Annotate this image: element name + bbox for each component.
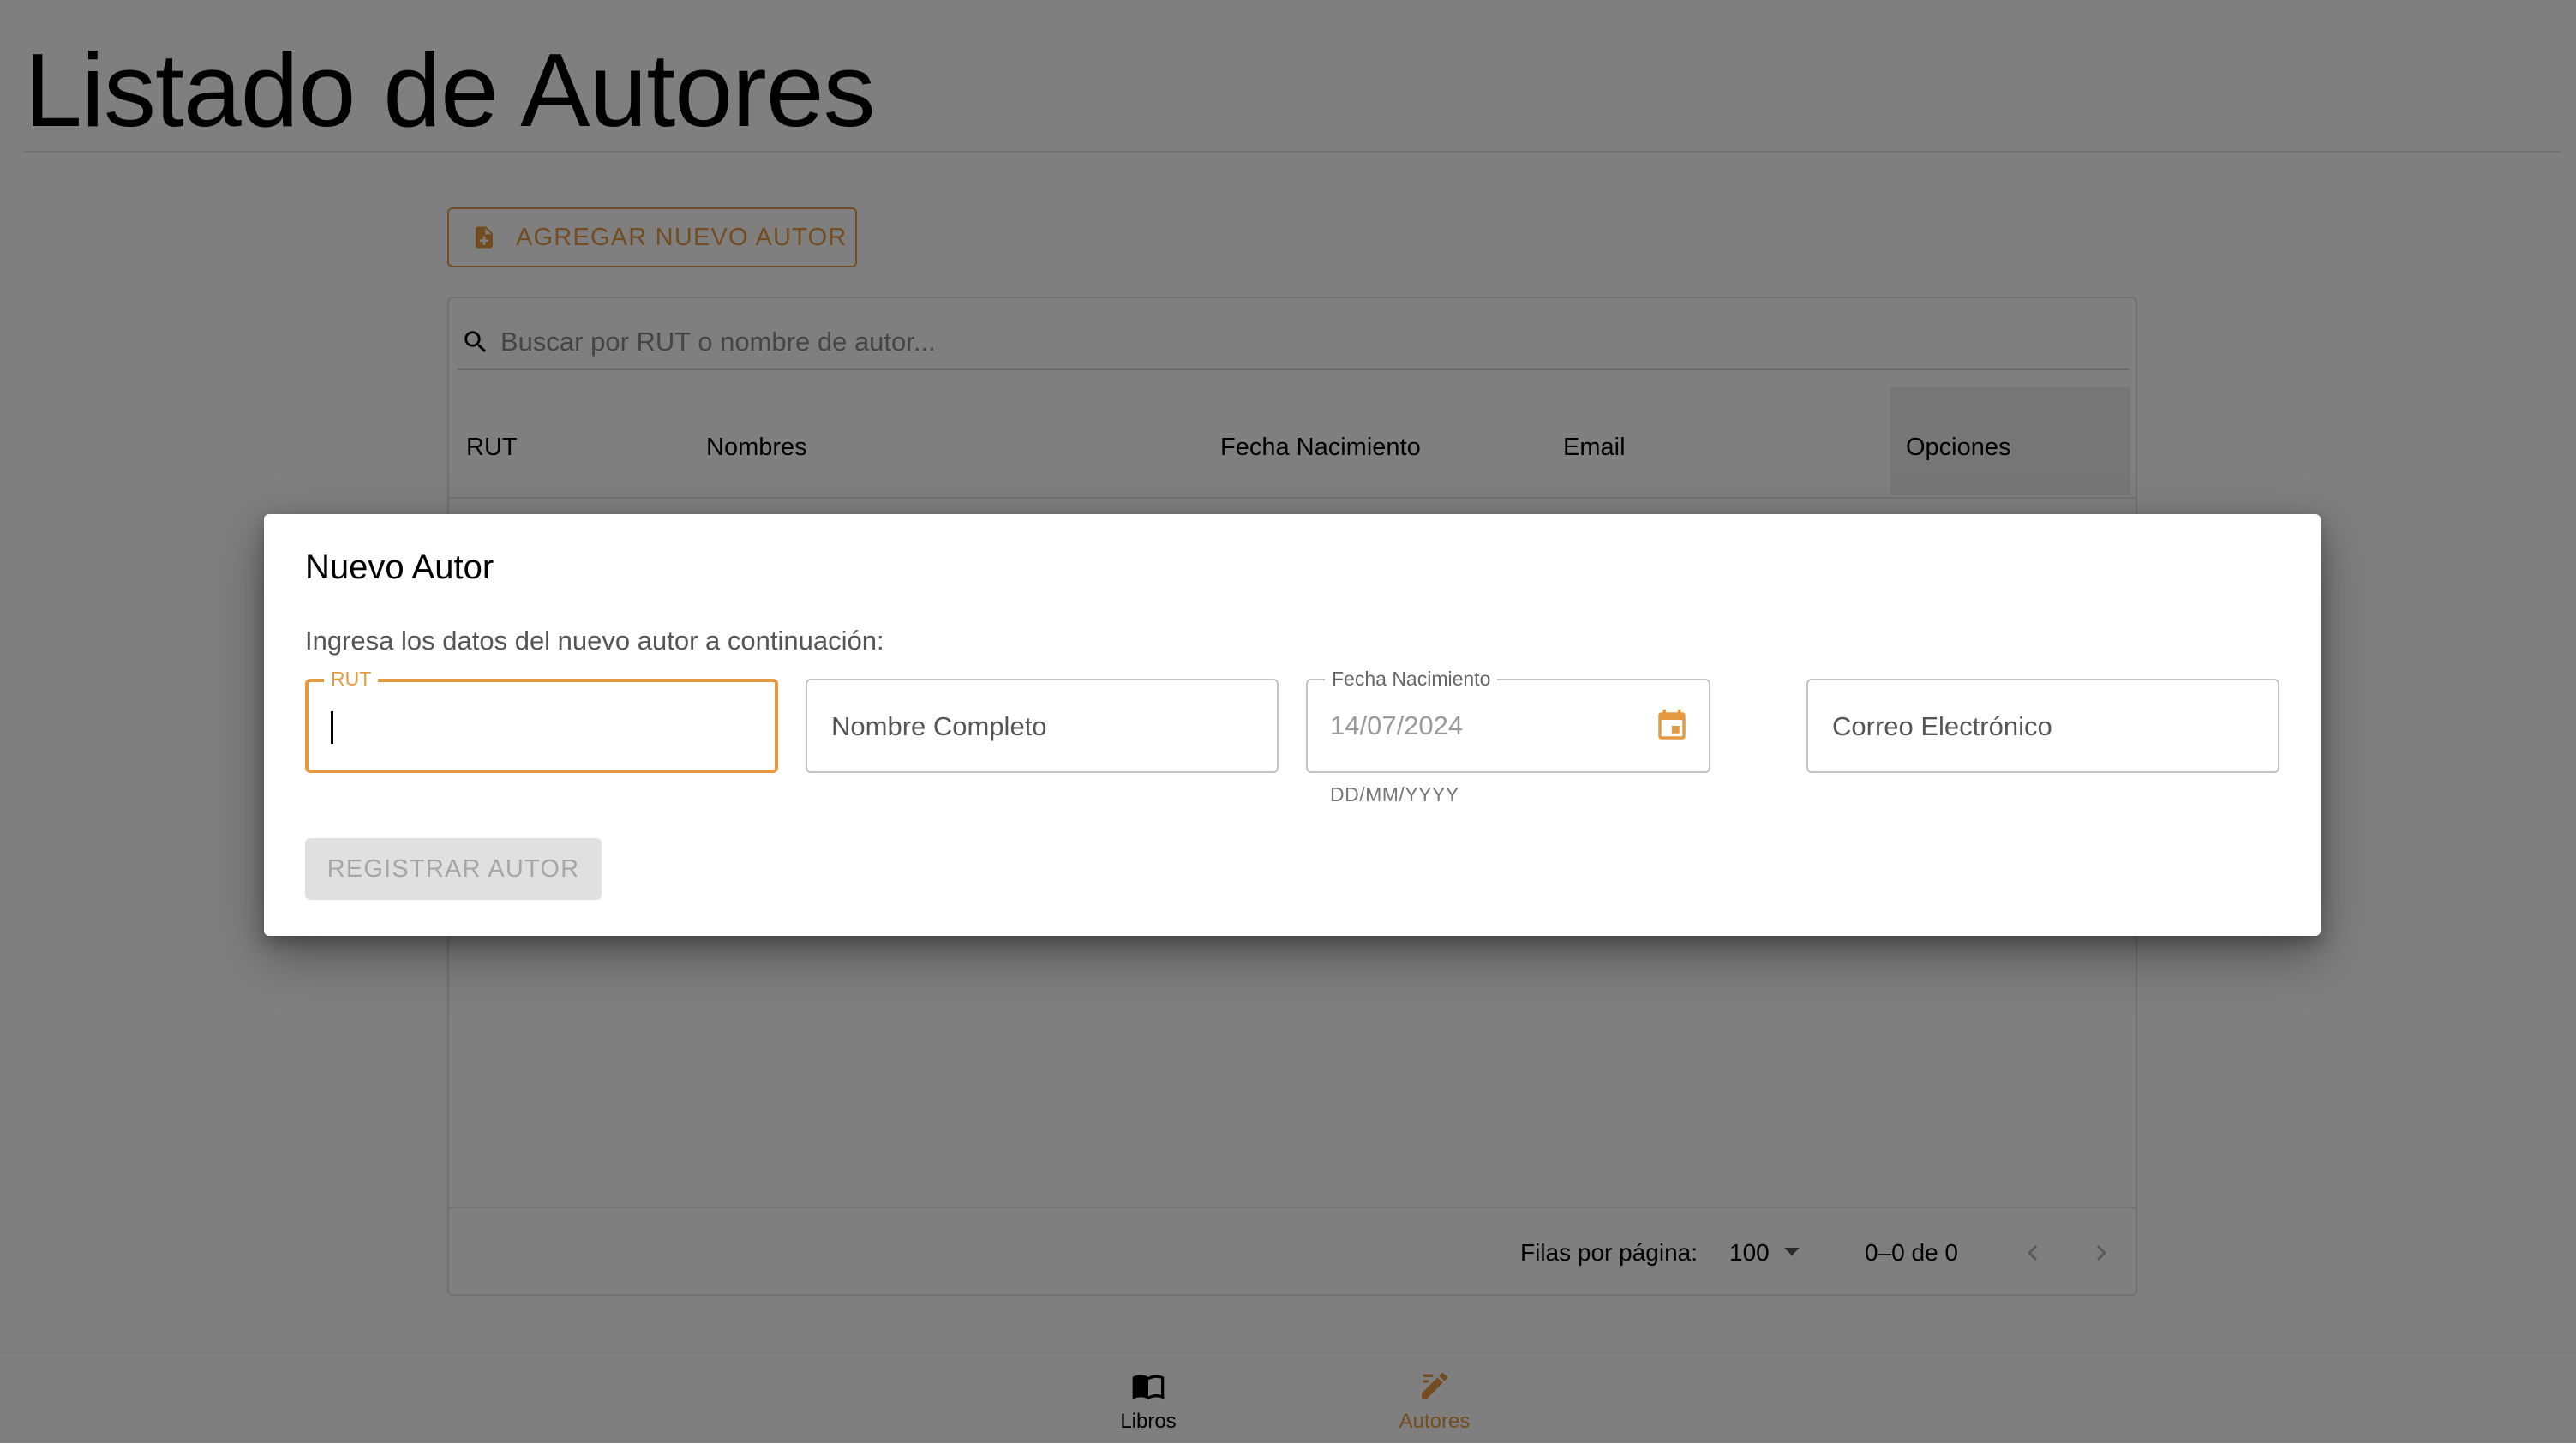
register-author-button[interactable]: REGISTRAR AUTOR (305, 838, 602, 900)
rut-field-label: RUT (324, 668, 379, 689)
email-field[interactable] (1806, 679, 2279, 773)
dialog-description: Ingresa los datos del nuevo autor a cont… (305, 626, 884, 656)
new-author-dialog: Nuevo Autor Ingresa los datos del nuevo … (264, 514, 2321, 936)
text-cursor (331, 711, 333, 744)
rut-field[interactable]: RUT (305, 668, 778, 773)
email-input[interactable] (1830, 680, 2210, 773)
birth-date-helper: DD/MM/YYYY (1330, 783, 1459, 806)
full-name-field[interactable] (806, 679, 1279, 773)
dialog-title: Nuevo Autor (305, 548, 494, 586)
full-name-input[interactable] (830, 680, 1209, 773)
birth-date-field[interactable]: Fecha Nacimiento 14/07/2024 (1306, 668, 1710, 773)
birth-date-value: 14/07/2024 (1330, 710, 1464, 740)
calendar-icon[interactable] (1654, 708, 1690, 744)
